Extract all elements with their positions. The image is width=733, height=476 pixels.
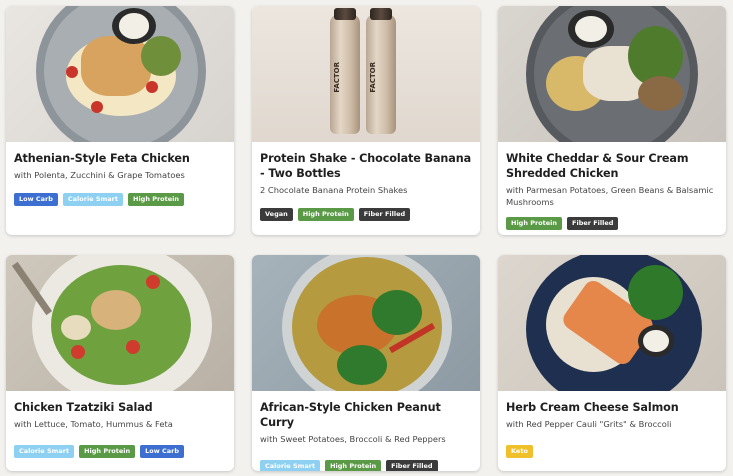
- meal-title: African-Style Chicken Peanut Curry: [260, 401, 441, 429]
- meal-card[interactable]: Herb Cream Cheese Salmon with Red Pepper…: [498, 255, 726, 471]
- meal-title: Herb Cream Cheese Salmon: [506, 401, 679, 414]
- meal-card[interactable]: Athenian-Style Feta Chicken with Polenta…: [6, 6, 234, 235]
- meal-card[interactable]: FACTOR FACTOR Protein Shake - Chocolate …: [252, 6, 480, 235]
- tag-fiber-filled: Fiber Filled: [386, 459, 438, 471]
- meal-photo: [6, 255, 234, 391]
- tag-low-carb: Low Carb: [14, 192, 58, 206]
- bottle-image: FACTOR: [366, 8, 396, 134]
- meal-title: White Cheddar & Sour Cream Shredded Chic…: [506, 152, 689, 180]
- meal-grid: Athenian-Style Feta Chicken with Polenta…: [6, 6, 726, 471]
- tag-list: Calorie Smart High Protein Fiber Filled: [260, 459, 472, 471]
- tag-calorie-smart: Calorie Smart: [14, 444, 75, 458]
- meal-subtitle: 2 Chocolate Banana Protein Shakes: [260, 185, 408, 195]
- meal-card[interactable]: Chicken Tzatziki Salad with Lettuce, Tom…: [6, 255, 234, 471]
- tag-calorie-smart: Calorie Smart: [260, 459, 321, 471]
- meal-subtitle: with Parmesan Potatoes, Green Beans & Ba…: [506, 185, 714, 207]
- meal-subtitle: with Polenta, Zucchini & Grape Tomatoes: [14, 170, 185, 180]
- meal-subtitle: with Sweet Potatoes, Broccoli & Red Pepp…: [260, 434, 446, 444]
- meal-photo: [6, 6, 234, 142]
- meal-photo: FACTOR FACTOR: [252, 6, 480, 142]
- tag-calorie-smart: Calorie Smart: [62, 192, 123, 206]
- brand-logo: FACTOR: [333, 62, 341, 93]
- meal-title: Protein Shake - Chocolate Banana - Two B…: [260, 152, 472, 180]
- meal-subtitle: with Red Pepper Cauli "Grits" & Broccoli: [506, 419, 672, 429]
- tag-high-protein: High Protein: [128, 192, 185, 206]
- tag-low-carb: Low Carb: [140, 444, 185, 458]
- brand-logo: FACTOR: [369, 62, 377, 93]
- tag-high-protein: High Protein: [79, 444, 136, 458]
- tag-keto: Keto: [506, 444, 533, 458]
- meal-card[interactable]: African-Style Chicken Peanut Curry with …: [252, 255, 480, 471]
- meal-subtitle: with Lettuce, Tomato, Hummus & Feta: [14, 419, 173, 429]
- meal-title: Athenian-Style Feta Chicken: [14, 152, 190, 165]
- tag-fiber-filled: Fiber Filled: [567, 217, 619, 230]
- tag-vegan: Vegan: [260, 207, 293, 221]
- meal-title: Chicken Tzatziki Salad: [14, 401, 153, 414]
- bottle-image: FACTOR: [330, 8, 360, 134]
- meal-photo: [498, 255, 726, 391]
- tag-high-protein: High Protein: [297, 207, 354, 221]
- tag-fiber-filled: Fiber Filled: [358, 207, 411, 221]
- tag-list: High Protein Fiber Filled: [506, 217, 718, 230]
- meal-photo: [252, 255, 480, 391]
- tag-list: Keto: [506, 444, 718, 458]
- tag-list: Vegan High Protein Fiber Filled: [260, 207, 472, 221]
- tag-high-protein: High Protein: [506, 217, 563, 230]
- tag-high-protein: High Protein: [325, 459, 382, 471]
- meal-card[interactable]: White Cheddar & Sour Cream Shredded Chic…: [498, 6, 726, 235]
- meal-photo: [498, 6, 726, 142]
- tag-list: Calorie Smart High Protein Low Carb: [14, 444, 226, 458]
- tag-list: Low Carb Calorie Smart High Protein: [14, 192, 226, 206]
